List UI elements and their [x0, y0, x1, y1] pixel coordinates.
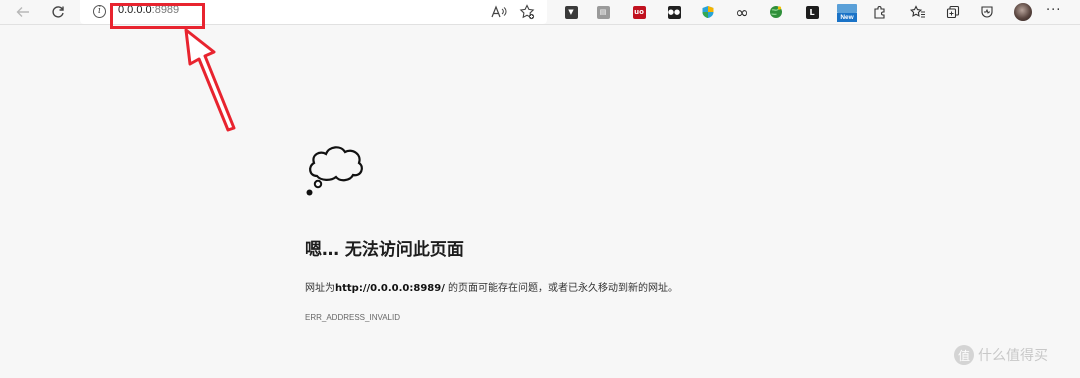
url-highlight-box [110, 3, 205, 29]
favorites-button[interactable] [909, 3, 927, 21]
collections-button[interactable] [944, 3, 962, 21]
tampermonkey-extension-icon[interactable]: ●● [665, 3, 683, 21]
colorful-shield-extension-icon[interactable] [699, 3, 717, 21]
arrow-left-icon [16, 7, 29, 17]
heart-pulse-icon [981, 6, 993, 18]
desc-suffix: 的页面可能存在问题，或者已永久移动到新的网址。 [444, 283, 679, 294]
add-favorite-button[interactable] [518, 3, 536, 21]
read-aloud-button[interactable] [490, 3, 508, 21]
back-button[interactable] [12, 2, 34, 22]
reload-button[interactable] [47, 2, 69, 22]
favorites-icon [910, 5, 925, 18]
ext-badge: uo [632, 5, 646, 19]
new-badge-top [837, 4, 857, 13]
l-extension-icon[interactable]: L [803, 3, 821, 21]
error-title: 嗯… 无法访问此页面 [305, 240, 464, 260]
infinity-extension-icon[interactable]: ∞ [733, 3, 751, 22]
watermark-text: 什么值得买 [978, 348, 1048, 364]
error-description: 网址为http://0.0.0.0:8989/ 的页面可能存在问题，或者已永久移… [305, 279, 678, 294]
watermark: 值 什么值得买 [954, 345, 1048, 365]
error-code: ERR_ADDRESS_INVALID [305, 313, 400, 322]
collections-icon [946, 5, 960, 19]
new-extension-badge[interactable]: New [837, 4, 857, 22]
ext-badge: ▼ [564, 5, 578, 19]
reader-extension-icon[interactable]: ▤ [594, 3, 612, 21]
colorful-shield-icon [702, 6, 714, 18]
globe-extension-icon[interactable] [767, 3, 785, 21]
ext-badge: L [805, 5, 819, 19]
reload-icon [52, 6, 64, 18]
shield-extension-icon[interactable]: ▼ [562, 3, 580, 21]
more-menu-icon[interactable]: ··· [1046, 3, 1061, 18]
performance-button[interactable] [978, 3, 996, 21]
read-aloud-icon [491, 5, 507, 18]
thought-cloud-icon [306, 146, 363, 196]
desc-url: http://0.0.0.0:8989/ [335, 283, 445, 294]
desc-prefix: 网址为 [305, 283, 335, 294]
watermark-logo-icon: 值 [954, 345, 974, 365]
ext-badge: ●● [667, 5, 681, 19]
extensions-button[interactable] [871, 3, 889, 21]
new-badge-label: New [837, 13, 857, 22]
ublock-extension-icon[interactable]: uo [630, 3, 648, 21]
info-icon[interactable]: i [93, 5, 106, 18]
ext-badge: ▤ [596, 5, 610, 19]
globe-icon [770, 6, 782, 18]
profile-avatar[interactable] [1014, 3, 1032, 21]
star-add-icon [519, 4, 535, 20]
red-arrow-icon [184, 28, 236, 132]
puzzle-icon [874, 6, 885, 19]
